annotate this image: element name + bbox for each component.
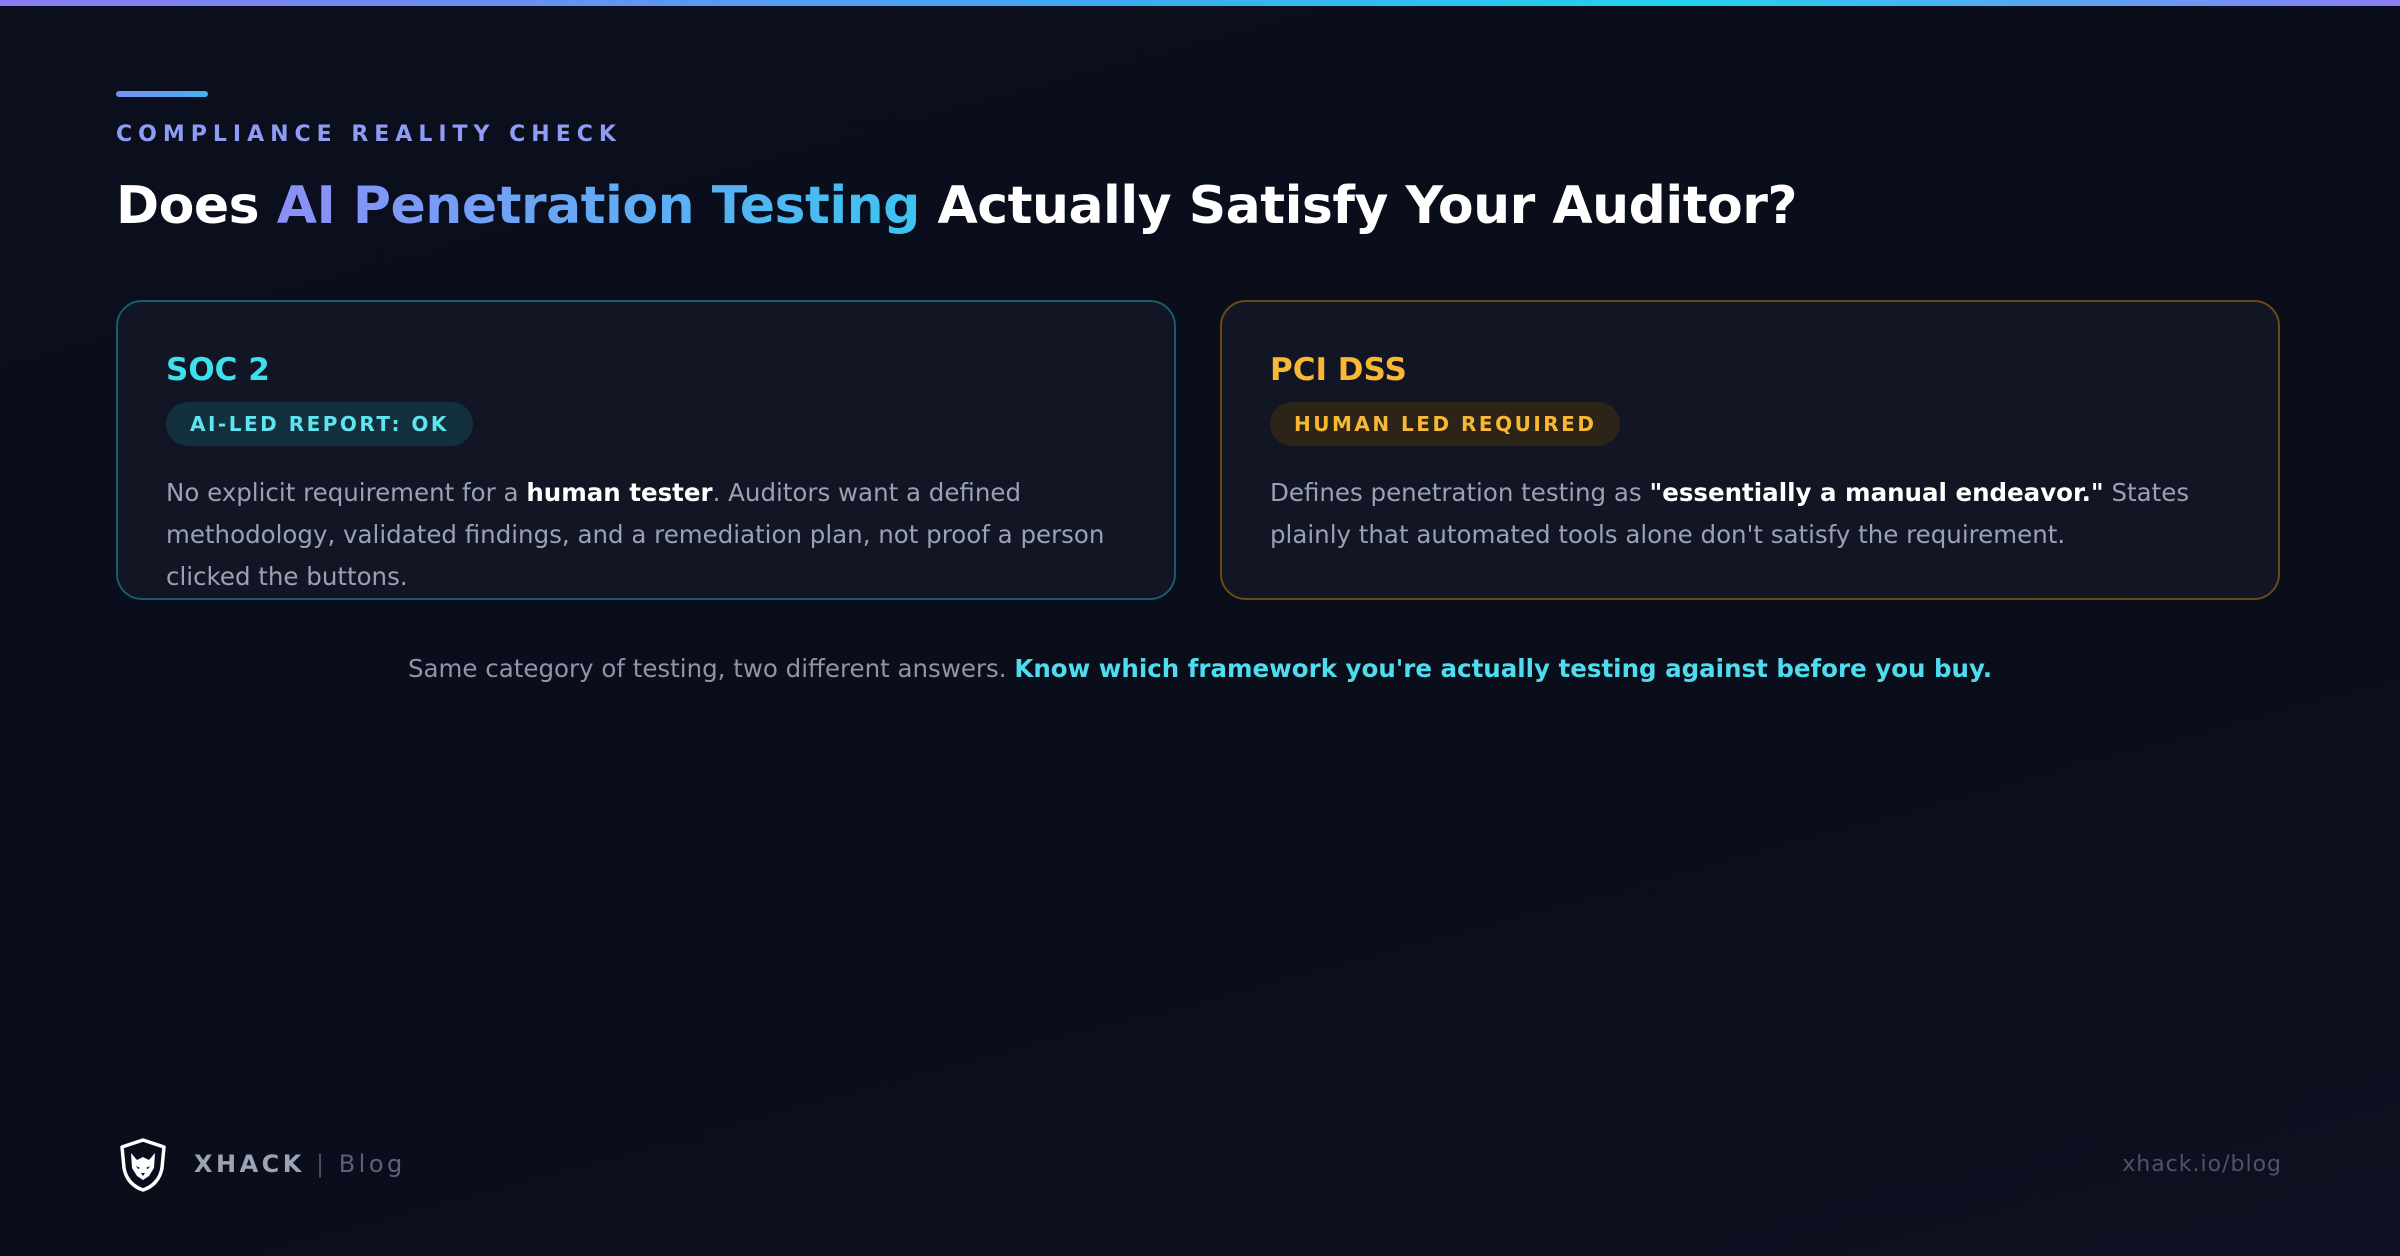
summary-line: Same category of testing, two different …	[0, 654, 2400, 683]
soc2-body-bold: human tester	[526, 478, 713, 507]
pci-card-title: PCI DSS	[1270, 352, 1407, 388]
footer-separator: |	[304, 1150, 339, 1178]
pci-dss-card: PCI DSS HUMAN LED REQUIRED Defines penet…	[1220, 300, 2280, 600]
pci-body-bold: "essentially a manual endeavor."	[1649, 478, 2104, 507]
footer-url: xhack.io/blog	[2122, 1152, 2282, 1177]
pci-body-text-1: Defines penetration testing as	[1270, 478, 1650, 507]
title-suffix: Actually Satisfy Your Auditor?	[919, 176, 1798, 236]
soc2-status-badge: AI-LED REPORT: OK	[166, 402, 473, 446]
page: COMPLIANCE REALITY CHECK Does AI Penetra…	[0, 0, 2400, 1256]
soc2-card: SOC 2 AI-LED REPORT: OK No explicit requ…	[116, 300, 1176, 600]
soc2-card-body: No explicit requirement for a human test…	[166, 472, 1136, 598]
soc2-card-title: SOC 2	[166, 352, 270, 388]
eyebrow-accent-line	[116, 91, 208, 97]
soc2-body-text-1: No explicit requirement for a	[166, 478, 527, 507]
page-title: Does AI Penetration Testing Actually Sat…	[116, 176, 1798, 236]
footer-brand: XHACK | Blog	[194, 1150, 406, 1178]
title-highlight: AI Penetration Testing	[276, 176, 921, 236]
top-gradient-bar	[0, 0, 2400, 6]
footer-brand-name: XHACK	[194, 1150, 305, 1178]
title-prefix: Does	[116, 176, 277, 236]
summary-text: Same category of testing, two different …	[407, 654, 1015, 683]
summary-highlight: Know which framework you're actually tes…	[1014, 654, 1993, 683]
footer-section: Blog	[338, 1150, 406, 1178]
pci-status-badge: HUMAN LED REQUIRED	[1270, 402, 1621, 446]
eyebrow-label: COMPLIANCE REALITY CHECK	[116, 122, 622, 147]
pci-card-body: Defines penetration testing as "essentia…	[1270, 472, 2240, 556]
wolf-shield-icon	[120, 1138, 166, 1192]
